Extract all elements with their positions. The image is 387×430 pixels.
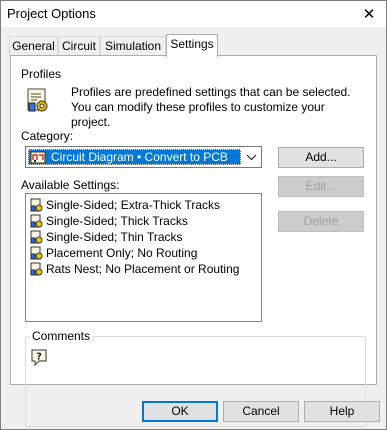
add-button[interactable]: Add... [278,147,364,168]
list-item[interactable]: Single-Sided; Extra-Thick Tracks [30,197,220,213]
window-title: Project Options [7,6,96,21]
tab-settings[interactable]: Settings [166,34,218,57]
comments-label: Comments [30,329,93,343]
category-dropdown[interactable]: Circuit Diagram • Convert to PCB [25,146,262,168]
list-item[interactable]: Rats Nest; No Placement or Routing [30,261,239,277]
available-settings-list[interactable]: Single-Sided; Extra-Thick Tracks Single-… [25,193,262,322]
delete-button[interactable]: Delete [278,211,364,232]
close-icon: ✕ [362,6,376,23]
svg-text:?: ? [36,352,42,363]
profiles-description: Profiles are predefined settings that ca… [71,85,351,129]
tab-label: Circuit [61,39,96,53]
settings-profile-icon [30,198,43,211]
tab-label: Simulation [104,39,162,53]
ok-button[interactable]: OK [142,401,218,422]
list-item[interactable]: Placement Only; No Routing [30,245,197,261]
help-button[interactable]: Help [304,401,380,422]
category-selected: Circuit Diagram • Convert to PCB [28,149,241,165]
list-item-label: Single-Sided; Thick Tracks [46,214,188,228]
list-item-label: Single-Sided; Extra-Thick Tracks [46,198,221,212]
available-settings-label: Available Settings: [21,178,120,192]
category-selected-text: Circuit Diagram • Convert to PCB [51,150,228,164]
profile-settings-icon [27,88,48,112]
list-item-label: Single-Sided; Thin Tracks [46,230,183,244]
chevron-down-icon[interactable] [243,150,259,164]
cancel-button[interactable]: Cancel [223,401,299,422]
help-question-icon: ? [31,349,47,366]
edit-button[interactable]: Edit... [278,176,364,197]
profiles-heading: Profiles [21,67,62,81]
tab-label: Settings [170,37,214,51]
tab-simulation[interactable]: Simulation [100,36,166,56]
project-options-dialog: Project Options ✕ General Circuit Simula… [0,0,387,430]
list-item-label: Rats Nest; No Placement or Routing [46,262,240,276]
circuit-diagram-icon [30,151,46,164]
settings-profile-icon [30,230,43,243]
title-bar[interactable]: Project Options ✕ [1,1,386,27]
settings-profile-icon [30,262,43,275]
settings-panel: Profiles Profiles are predefined setting… [10,55,377,427]
settings-profile-icon [30,214,43,227]
list-item[interactable]: Single-Sided; Thin Tracks [30,229,183,245]
dialog-footer: OK Cancel Help [1,391,386,429]
list-item[interactable]: Single-Sided; Thick Tracks [30,213,188,229]
tab-label: General [12,39,55,53]
category-label: Category: [21,129,74,143]
settings-profile-icon [30,246,43,259]
list-item-label: Placement Only; No Routing [46,246,198,260]
tab-circuit[interactable]: Circuit [58,36,100,56]
tab-general[interactable]: General [9,36,58,56]
close-button[interactable]: ✕ [352,1,386,27]
